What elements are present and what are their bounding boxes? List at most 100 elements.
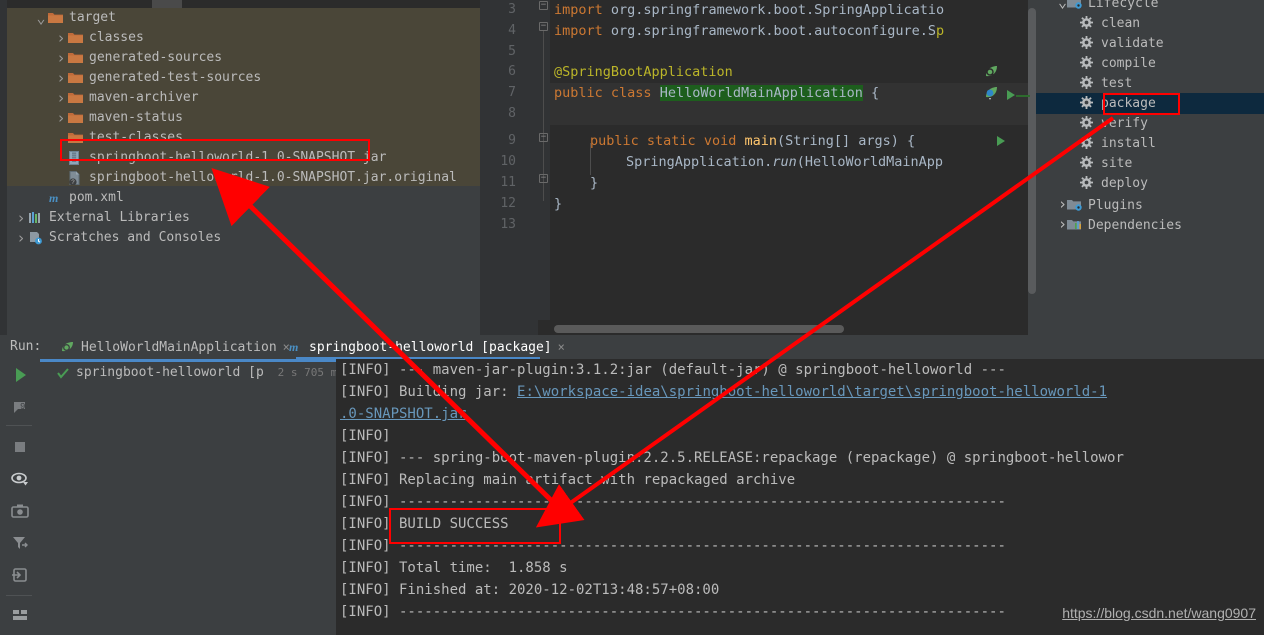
chevron-right-icon[interactable]: › <box>54 48 68 68</box>
scratches-icon <box>28 231 44 245</box>
run-toolbar[interactable]: 9 <box>0 359 40 635</box>
project-tree-item[interactable]: m pom.xml <box>34 188 124 208</box>
maven-tree-item-dependencies[interactable]: › Dependencies <box>1058 214 1182 234</box>
project-tree-item[interactable]: ? springboot-helloworld-1.0-SNAPSHOT.jar.… <box>54 168 457 188</box>
fold-collapse-icon[interactable]: − <box>539 133 548 142</box>
maven-tree-item-plugins[interactable]: › Plugins <box>1058 194 1143 214</box>
editor-hscroll-thumb[interactable] <box>554 325 844 333</box>
project-tree-item-label: target <box>69 10 116 25</box>
watermark-url: https://blog.csdn.net/wang0907 <box>1062 605 1256 621</box>
editor-vertical-scrollbar[interactable] <box>1028 0 1036 335</box>
project-tree-item[interactable]: › maven-status <box>54 108 182 128</box>
project-tree-item[interactable]: › generated-sources <box>54 48 222 68</box>
project-tree-item[interactable]: › maven-archiver <box>54 88 198 108</box>
goal-gear-icon <box>1080 156 1096 170</box>
code-line-7[interactable]: public class HelloWorldMainApplication { <box>554 83 879 103</box>
keyword-public: public <box>590 133 639 149</box>
toggle-auto-scroll-icon[interactable] <box>8 467 32 491</box>
folder-icon <box>68 71 84 85</box>
code-line-4[interactable]: import org.springframework.boot.autoconf… <box>554 21 944 41</box>
project-tree-item[interactable]: › generated-test-sources <box>54 68 261 88</box>
project-tree-item[interactable]: › External Libraries <box>14 208 189 228</box>
chevron-right-icon[interactable]: › <box>1058 215 1067 233</box>
maven-tree-item-deploy[interactable]: deploy <box>1080 174 1148 194</box>
console-text: [INFO] Replacing main artifact with repa… <box>340 472 796 488</box>
maven-tree-item-compile[interactable]: compile <box>1080 54 1156 74</box>
fold-collapse-icon[interactable]: − <box>539 1 548 10</box>
springapplication-ref: SpringApplication. <box>626 154 773 170</box>
chevron-right-icon[interactable]: › <box>14 228 28 248</box>
layout-icon[interactable] <box>8 603 32 627</box>
maven-tool-window[interactable]: ⌄ Lifecycle clean validate compile test packag… <box>1036 0 1264 335</box>
method-name-main: main <box>744 133 778 149</box>
maven-tree-item-label: Dependencies <box>1088 218 1182 233</box>
code-line-11[interactable]: } <box>590 173 598 193</box>
spring-boot-gutter-icon[interactable] <box>983 85 999 105</box>
rerun-icon[interactable] <box>8 363 32 387</box>
run-class-gutter-icon[interactable] <box>1007 90 1015 100</box>
editor-vscroll-thumb[interactable] <box>1028 8 1036 294</box>
close-brace: } <box>554 196 563 212</box>
fold-collapse-icon[interactable]: − <box>539 22 548 31</box>
package-goal-highlight-box <box>1103 93 1180 115</box>
code-line-3[interactable]: import org.springframework.boot.SpringAp… <box>554 0 944 20</box>
project-tool-window[interactable]: ⌄ target › classes › generated-sources › genera… <box>0 0 480 335</box>
run-test-tree[interactable]: springboot-helloworld [p 2 s 705 ms <box>40 359 344 635</box>
maven-tree-item-lifecycle[interactable]: ⌄ Lifecycle <box>1058 0 1158 14</box>
maven-tree-item-install[interactable]: install <box>1080 134 1156 154</box>
svg-text:9: 9 <box>20 402 25 412</box>
run-tab[interactable]: m springboot-helloworld [package] × <box>288 335 565 359</box>
maven-tree-item-test[interactable]: test <box>1080 74 1132 94</box>
import-tail: p <box>936 23 945 39</box>
stop-icon[interactable] <box>8 435 32 459</box>
run-tab[interactable]: HelloWorldMainApplication × <box>60 335 290 359</box>
console-file-link[interactable]: .0-SNAPSHOT.jar <box>340 406 466 422</box>
maven-tree-item-site[interactable]: site <box>1080 154 1132 174</box>
project-tree-item[interactable]: › classes <box>54 28 144 48</box>
editor-horizontal-scrollbar[interactable] <box>550 322 1028 334</box>
console-output[interactable]: [INFO] --- maven-jar-plugin:3.1.2:jar (d… <box>336 359 1264 635</box>
code-line-10[interactable]: SpringApplication.run(HelloWorldMainApp <box>626 152 943 172</box>
console-text: [INFO] --- spring-boot-maven-plugin:2.2.… <box>340 450 1124 466</box>
run-method-gutter-icon[interactable] <box>997 136 1005 146</box>
chevron-down-icon[interactable]: ⌄ <box>34 11 48 26</box>
fold-collapse-icon[interactable]: − <box>539 174 548 183</box>
close-icon[interactable]: × <box>558 340 565 354</box>
goal-gear-icon <box>1080 16 1096 30</box>
screenshot-icon[interactable] <box>8 499 32 523</box>
run-tool-window[interactable]: Run: HelloWorldMainApplication × m springbo… <box>0 335 1264 635</box>
chevron-right-icon[interactable]: › <box>54 28 68 48</box>
code-editor[interactable]: 3 4 5 6 7 8 9 10 11 12 13 import org.springframewo… <box>480 0 1036 335</box>
rerun-failed-icon[interactable]: 9 <box>8 395 32 419</box>
chevron-right-icon[interactable]: › <box>14 208 28 228</box>
project-tree-item-label: classes <box>89 30 144 45</box>
chevron-right-icon[interactable]: › <box>54 108 68 128</box>
spring-bean-gutter-icon[interactable] <box>983 64 999 84</box>
run-tab-label: springboot-helloworld [package] <box>309 340 552 355</box>
line-number: 7 <box>508 85 516 100</box>
code-line-12[interactable]: } <box>554 194 562 214</box>
chevron-right-icon[interactable]: › <box>54 88 68 108</box>
project-tree-item[interactable]: › Scratches and Consoles <box>14 228 221 248</box>
project-left-gutter <box>0 0 7 335</box>
chevron-right-icon[interactable]: › <box>54 68 68 88</box>
chevron-right-icon[interactable]: › <box>1058 195 1067 213</box>
code-line-6[interactable]: @SpringBootApplication <box>554 62 733 82</box>
maven-tree-item-verify[interactable]: verify <box>1080 114 1148 134</box>
chevron-down-icon[interactable]: ⌄ <box>1058 0 1067 11</box>
filter-icon[interactable] <box>8 531 32 555</box>
console-file-link[interactable]: E:\workspace-idea\springboot-helloworld\… <box>517 384 1107 400</box>
run-method-ref: run <box>772 154 797 170</box>
editor-fold-rail[interactable] <box>538 0 550 320</box>
import-path: org.springframework.boot.SpringApplicati… <box>602 2 945 18</box>
run-tree-row[interactable]: springboot-helloworld [p 2 s 705 ms <box>56 363 344 383</box>
maven-tree-item-validate[interactable]: validate <box>1080 34 1164 54</box>
folder-icon <box>68 31 84 45</box>
maven-tree-item-clean[interactable]: clean <box>1080 14 1140 34</box>
export-icon[interactable] <box>8 563 32 587</box>
project-tree-item[interactable]: ⌄ target <box>34 8 116 28</box>
run-tree-selection-bar <box>40 359 336 362</box>
line-number: 4 <box>508 23 516 38</box>
code-line-9[interactable]: public static void main(String[] args) { <box>590 131 915 151</box>
run-tab-bar[interactable]: Run: HelloWorldMainApplication × m springbo… <box>0 335 1264 359</box>
